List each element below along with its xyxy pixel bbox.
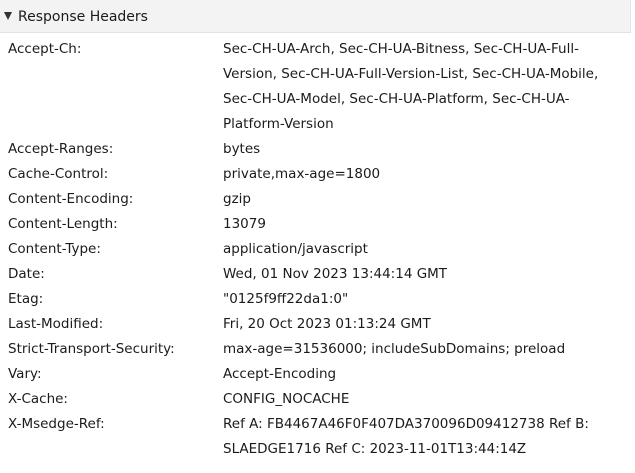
header-name: X-Msedge-Ref: <box>8 416 105 432</box>
header-value: Wed, 01 Nov 2023 13:44:14 GMT <box>223 266 448 282</box>
header-value: application/javascript <box>223 241 368 257</box>
header-name: Content-Length: <box>8 216 118 232</box>
header-row: Content-Encoding: gzip <box>0 187 635 212</box>
header-row: Content-Type: application/javascript <box>0 237 635 262</box>
header-row: X-Cache: CONFIG_NOCACHE <box>0 387 635 412</box>
header-name: Accept-Ranges: <box>8 141 114 157</box>
triangle-down-icon[interactable] <box>4 12 12 20</box>
header-name: X-Cache: <box>8 391 68 407</box>
header-value: gzip <box>223 191 251 207</box>
header-value: Sec-CH-UA-Arch, Sec-CH-UA-Bitness, Sec-C… <box>223 41 599 132</box>
header-name: Content-Encoding: <box>8 191 134 207</box>
header-value: Ref A: FB4467A46F0F407DA370096D09412738 … <box>223 416 589 457</box>
section-title: Response Headers <box>18 9 148 25</box>
header-name: Vary: <box>8 366 42 382</box>
header-value: private,max-age=1800 <box>223 166 381 182</box>
header-name: Content-Type: <box>8 241 101 257</box>
header-value: max-age=31536000; includeSubDomains; pre… <box>223 341 566 357</box>
header-row: X-Msedge-Ref: Ref A: FB4467A46F0F407DA37… <box>0 412 635 462</box>
header-value: "0125f9ff22da1:0" <box>223 291 349 307</box>
header-row: Vary: Accept-Encoding <box>0 362 635 387</box>
header-name: Cache-Control: <box>8 166 109 182</box>
response-headers-section-header[interactable]: Response Headers <box>0 0 631 33</box>
header-name: Last-Modified: <box>8 316 104 332</box>
header-row: Strict-Transport-Security: max-age=31536… <box>0 337 635 362</box>
header-name: Accept-Ch: <box>8 41 82 57</box>
header-row: Accept-Ranges: bytes <box>0 137 635 162</box>
header-row: Accept-Ch: Sec-CH-UA-Arch, Sec-CH-UA-Bit… <box>0 37 635 137</box>
header-value: CONFIG_NOCACHE <box>223 391 350 407</box>
header-row: Date: Wed, 01 Nov 2023 13:44:14 GMT <box>0 262 635 287</box>
header-row: Cache-Control: private,max-age=1800 <box>0 162 635 187</box>
headers-list: Accept-Ch: Sec-CH-UA-Arch, Sec-CH-UA-Bit… <box>0 37 635 462</box>
header-value: Fri, 20 Oct 2023 01:13:24 GMT <box>223 316 431 332</box>
header-row: Etag: "0125f9ff22da1:0" <box>0 287 635 312</box>
header-name: Date: <box>8 266 45 282</box>
header-value: Accept-Encoding <box>223 366 337 382</box>
header-row: Last-Modified: Fri, 20 Oct 2023 01:13:24… <box>0 312 635 337</box>
header-row: Content-Length: 13079 <box>0 212 635 237</box>
header-name: Strict-Transport-Security: <box>8 341 175 357</box>
header-value: bytes <box>223 141 261 157</box>
header-value: 13079 <box>223 216 266 232</box>
header-name: Etag: <box>8 291 44 307</box>
